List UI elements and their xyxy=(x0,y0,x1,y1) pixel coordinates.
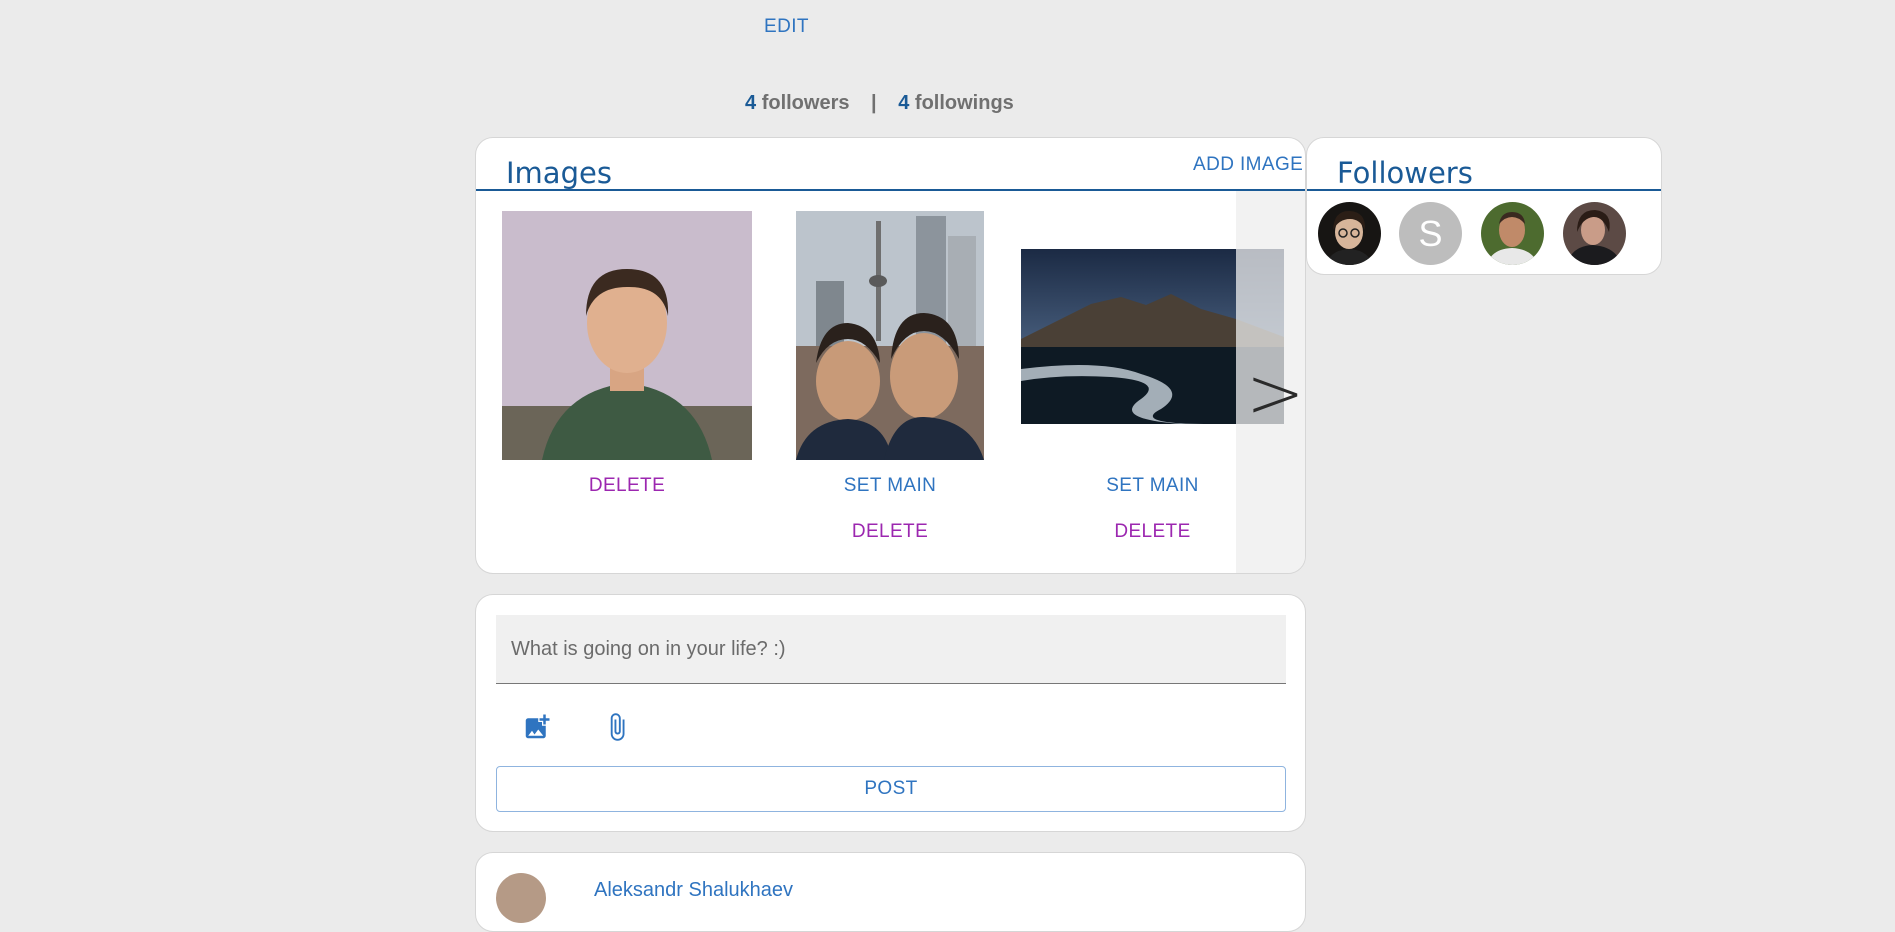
follower-avatar-2[interactable]: S xyxy=(1399,202,1462,265)
followings-label[interactable]: followings xyxy=(915,92,1014,114)
add-photo-icon[interactable] xyxy=(522,712,552,742)
post-button[interactable]: POST xyxy=(496,766,1286,812)
follower-avatar-1[interactable] xyxy=(1318,202,1381,265)
counts-separator: | xyxy=(871,92,877,114)
images-card: Images ADD IMAGE DELETE SET MAIN DELETE … xyxy=(475,137,1306,574)
chevron-right-icon[interactable]: > xyxy=(1246,358,1305,428)
delete-image-2-button[interactable]: DELETE xyxy=(796,521,984,543)
follow-counts: 4 followers | 4 followings xyxy=(745,92,1014,115)
avatar-initial: S xyxy=(1418,212,1443,254)
set-main-image-2-button[interactable]: SET MAIN xyxy=(796,475,984,497)
followers-card: Followers S xyxy=(1306,137,1662,275)
add-image-button[interactable]: ADD IMAGE xyxy=(1193,154,1303,176)
follower-avatar-3[interactable] xyxy=(1481,202,1544,265)
feed-post-card: Aleksandr Shalukhaev xyxy=(475,852,1306,932)
followers-title: Followers xyxy=(1337,156,1473,190)
edit-profile-button[interactable]: EDIT xyxy=(764,16,809,38)
images-title: Images xyxy=(506,156,612,190)
images-title-divider xyxy=(476,189,1305,191)
post-author-avatar[interactable] xyxy=(496,873,546,923)
delete-image-1-button[interactable]: DELETE xyxy=(502,475,752,497)
post-composer-card: POST xyxy=(475,594,1306,832)
followers-count[interactable]: 4 xyxy=(745,92,756,114)
image-thumbnail-1[interactable] xyxy=(502,211,752,460)
post-input[interactable] xyxy=(496,615,1286,684)
post-author-name[interactable]: Aleksandr Shalukhaev xyxy=(594,879,793,902)
image-thumbnail-2[interactable] xyxy=(796,211,984,460)
followers-title-divider xyxy=(1307,189,1661,191)
follower-avatar-4[interactable] xyxy=(1563,202,1626,265)
followings-count[interactable]: 4 xyxy=(898,92,909,114)
followers-label[interactable]: followers xyxy=(762,92,850,114)
paperclip-icon[interactable] xyxy=(602,712,632,742)
